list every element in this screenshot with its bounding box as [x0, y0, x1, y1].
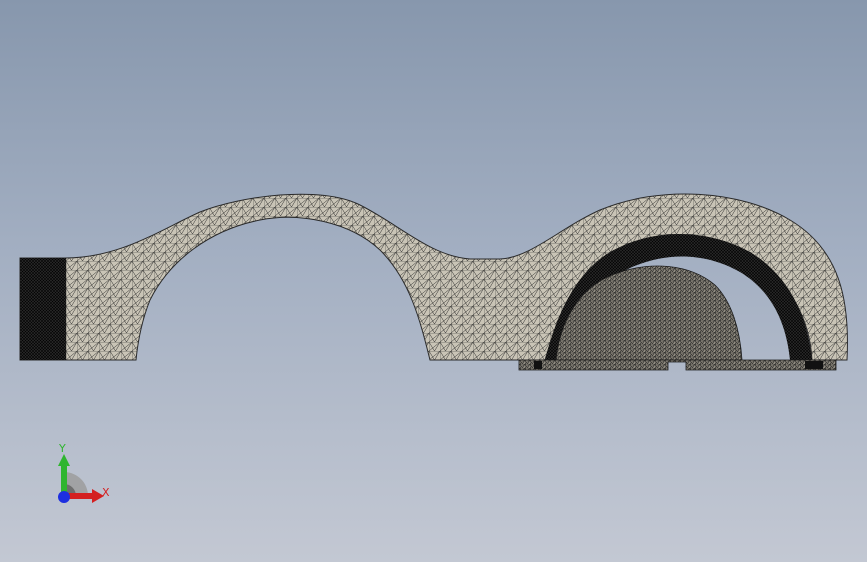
graphics-viewport[interactable]: Y X — [0, 0, 867, 562]
dense-mesh-end — [20, 258, 66, 360]
meshed-part-model[interactable] — [0, 0, 867, 562]
y-axis-label: Y — [59, 442, 66, 455]
x-axis-label: X — [102, 486, 110, 499]
base-plate-dark-segment — [534, 361, 542, 369]
reference-triad: Y X — [52, 440, 116, 508]
base-plate — [518, 359, 837, 371]
base-plate-dark-segment — [805, 361, 823, 369]
